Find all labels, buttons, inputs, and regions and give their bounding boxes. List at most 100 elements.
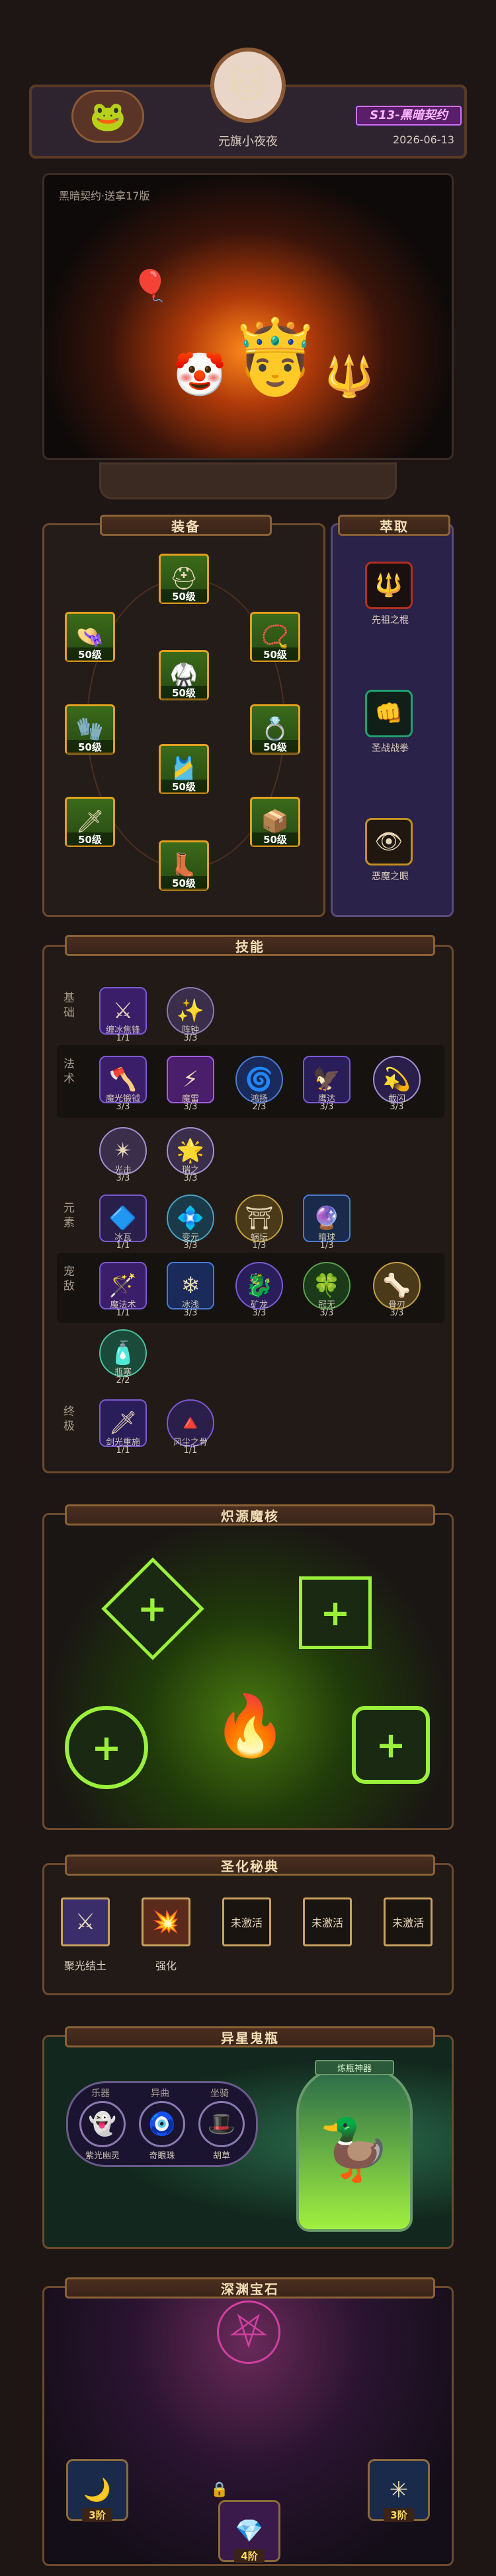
ice-tile-icon: 🔷 xyxy=(108,1205,138,1232)
extract-title: 萃取 xyxy=(338,515,450,536)
equip-slot-gauntlet[interactable]: 🧤 50级 xyxy=(65,704,115,754)
duck-creature-icon: 🦆 xyxy=(317,2114,392,2184)
sacred-slot-5[interactable]: 未激活 xyxy=(384,1897,433,1946)
skill-ultimate-2-count: 1/1 xyxy=(183,1446,198,1455)
trident-icon: 🔱 xyxy=(324,353,374,400)
sacred-slot-2-name: 强化 xyxy=(155,1960,177,1972)
pet-capsule-label: 炼瓶神器 xyxy=(315,2060,394,2075)
skill-pet-1-count: 1/1 xyxy=(116,1308,130,1318)
sacred-slot-4[interactable]: 未激活 xyxy=(303,1897,352,1946)
extract-item-3[interactable]: 👁 xyxy=(365,818,413,865)
skill-spell-6-count: 3/3 xyxy=(116,1173,130,1183)
crown-less-icon: 🍀 xyxy=(312,1272,341,1299)
equip-slot-boots[interactable]: 👢 50级 xyxy=(159,840,209,891)
bell-icon: ✨ xyxy=(176,998,205,1024)
skill-pet-2-count: 3/3 xyxy=(183,1308,198,1318)
ghost-icon: 👻 xyxy=(88,2111,117,2137)
magic-axe-icon: 🪓 xyxy=(108,1066,138,1093)
pets-title: 异星鬼瓶 xyxy=(65,2026,435,2047)
skill-spell-4-count: 3/3 xyxy=(319,1102,334,1112)
sacred-title: 圣化秘典 xyxy=(65,1855,435,1876)
altar-icon: ⛩ xyxy=(245,1205,274,1232)
ice-shard-icon: ❄ xyxy=(181,1272,200,1299)
equip-slot-bracer[interactable]: 📦 50级 xyxy=(250,797,300,847)
belt-icon: 🎽 xyxy=(169,756,198,782)
mount-hat-icon: 🎩 xyxy=(207,2111,236,2137)
pet-item-3: 胡草 xyxy=(212,2151,230,2161)
skill-pet-3-count: 3/3 xyxy=(252,1308,267,1318)
flash-icon: 💫 xyxy=(382,1066,411,1093)
gems-title: 深渊宝石 xyxy=(65,2277,435,2299)
demon-eye-icon: 👁 xyxy=(374,828,403,855)
skill-element-2-count: 3/3 xyxy=(183,1241,198,1251)
skill-spell-5-count: 3/3 xyxy=(390,1102,404,1112)
skill-group-label-spells: 法术 xyxy=(63,1058,75,1086)
necklace-icon: 📿 xyxy=(261,624,290,650)
rune-gem-icon: ✳ xyxy=(389,2477,409,2503)
lock-icon: 🔒 xyxy=(210,2482,229,2498)
light-sword-icon: ⚔ xyxy=(75,1909,96,1935)
pet-slot-2[interactable]: 🧿 xyxy=(139,2101,185,2147)
skill-element-3-count: 1/3 xyxy=(252,1241,267,1251)
core-slot-bottom-right[interactable]: + xyxy=(352,1706,430,1784)
enhance-icon: 💥 xyxy=(151,1909,181,1935)
armor-icon: 🥋 xyxy=(169,662,198,688)
equip-slot-helmet[interactable]: ⛑ 50级 xyxy=(159,554,209,604)
bottle-cap-icon: 🧴 xyxy=(108,1340,138,1366)
frog-icon: 🐸 xyxy=(89,100,126,133)
season-badge[interactable]: S13-黑暗契约 xyxy=(356,106,462,126)
equip-slot-belt[interactable]: 🎽 50级 xyxy=(159,744,209,794)
plus-icon: + xyxy=(376,1724,406,1766)
gem-slot-2-rank: 4阶 xyxy=(234,2549,265,2563)
skill-element-4-count: 1/3 xyxy=(319,1241,334,1251)
core-slot-bottom-left[interactable]: + xyxy=(65,1706,148,1789)
sacred-slot-2[interactable]: 💥 xyxy=(142,1897,190,1946)
gauntlet-icon: 🧤 xyxy=(75,716,104,743)
fist-icon: 👊 xyxy=(374,700,403,727)
balloon-icon: 🎈 xyxy=(131,268,169,303)
hero-pedestal xyxy=(99,462,397,499)
pentagram-icon: ⛧ xyxy=(217,2300,280,2364)
eye-orb-icon: 🧿 xyxy=(147,2111,177,2137)
sacred-slot-1[interactable]: ⚔ xyxy=(61,1897,110,1946)
boots-icon: 👢 xyxy=(169,852,198,879)
light-strike-icon: ✴ xyxy=(113,1138,133,1164)
player-name: 元旗小夜夜 xyxy=(218,135,278,149)
skills-title: 技能 xyxy=(65,935,435,956)
swirl-icon: 🌀 xyxy=(245,1066,274,1093)
hero-subtitle: 黑暗契约·送拿17版 xyxy=(59,190,150,202)
pet-label-1: 乐器 xyxy=(91,2088,110,2099)
pet-capsule[interactable]: 🦆 xyxy=(296,2067,413,2232)
skill-group-label-base: 基础 xyxy=(63,992,75,1019)
pet-slot-1[interactable]: 👻 xyxy=(79,2101,126,2147)
core-flame-icon: 🔥 xyxy=(212,1691,288,1761)
equip-slot-ring[interactable]: 💍 50级 xyxy=(250,704,300,754)
crescent-gem-icon: 🌙 xyxy=(83,2477,112,2503)
extract-item-2[interactable]: 👊 xyxy=(365,690,413,737)
player-avatar[interactable]: 🐱 xyxy=(210,48,286,123)
equip-slot-hat[interactable]: 👒 50级 xyxy=(65,612,115,662)
skill-pet-4-count: 3/3 xyxy=(319,1308,334,1318)
bone-blade-icon: 🦴 xyxy=(382,1272,411,1299)
pet-slot-3[interactable]: 🎩 xyxy=(198,2101,245,2147)
skill-group-label-element: 元素 xyxy=(63,1202,75,1230)
skill-spell-7-count: 3/3 xyxy=(183,1173,198,1183)
equip-slot-necklace[interactable]: 📿 50级 xyxy=(250,612,300,662)
dragon-icon: 🐉 xyxy=(245,1272,274,1299)
core-slot-top-right[interactable]: + xyxy=(299,1576,372,1649)
sacred-slot-3[interactable]: 未激活 xyxy=(222,1897,271,1946)
hero-party-group[interactable]: 🎈 🤡 🤴 🔱 xyxy=(132,268,374,400)
skill-pet-5-count: 3/3 xyxy=(390,1308,404,1318)
frog-avatar[interactable]: 🐸 xyxy=(71,90,144,143)
skill-group-label-pets: 宠敌 xyxy=(63,1265,75,1293)
weapon-icon: 🗡 xyxy=(75,809,104,835)
equip-slot-armor[interactable]: 🥋 50级 xyxy=(159,650,209,700)
extract-item-1[interactable]: 🔱 xyxy=(365,562,413,609)
clown-icon: 🤡 xyxy=(173,351,226,400)
equip-slot-weapon[interactable]: 🗡 50级 xyxy=(65,797,115,847)
pet-label-3: 坐骑 xyxy=(210,2088,229,2099)
pet-item-2: 奇眼珠 xyxy=(149,2151,175,2161)
king-hero-icon: 🤴 xyxy=(229,314,321,399)
wind-bone-icon: 🔺 xyxy=(176,1410,205,1436)
hawk-icon: 🦅 xyxy=(312,1066,341,1093)
